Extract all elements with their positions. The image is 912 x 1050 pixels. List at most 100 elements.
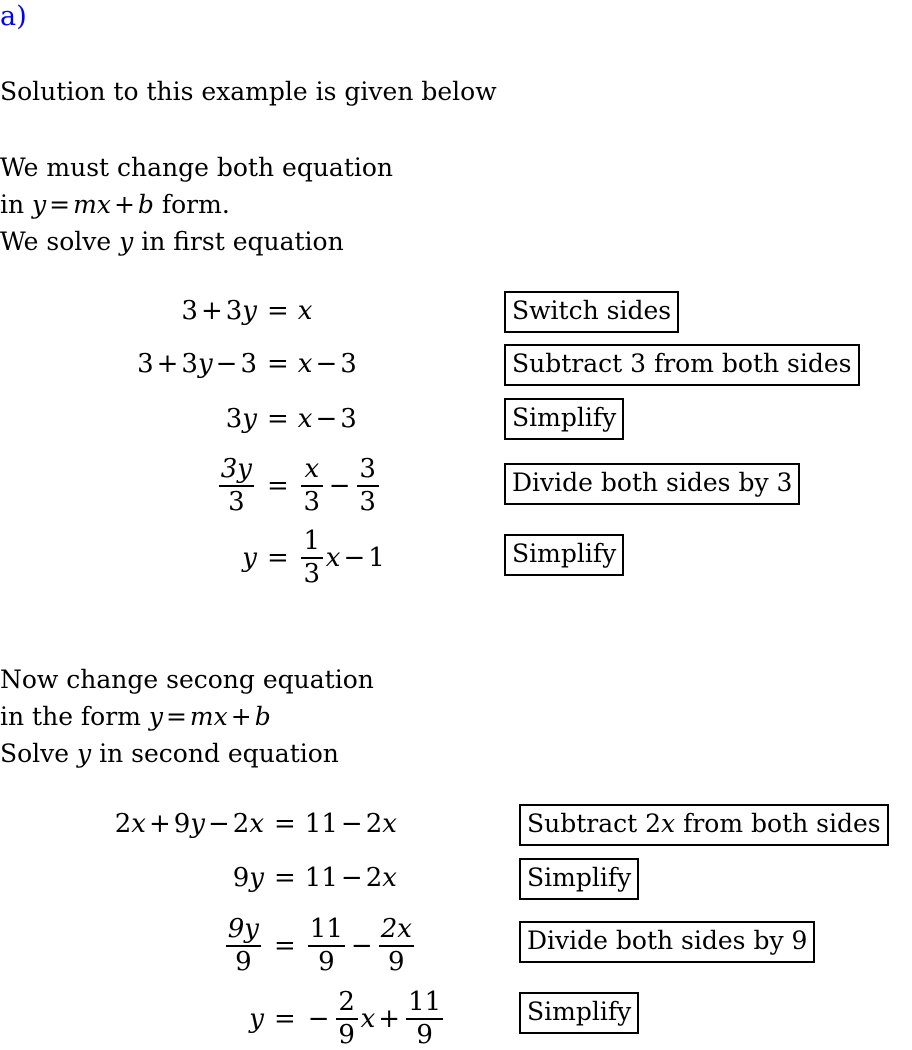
- prose-text: Solve: [0, 739, 78, 768]
- term: 9: [232, 863, 250, 893]
- math-var-x: x: [297, 349, 313, 379]
- math-op-equals: =: [267, 471, 289, 502]
- fraction-denominator: 9: [388, 947, 405, 978]
- math-op-plus: +: [200, 296, 223, 326]
- fraction-numerator: 2x: [380, 914, 412, 944]
- math-op-plus: +: [113, 190, 135, 219]
- math-op-minus: −: [207, 809, 230, 839]
- step-note-divide-by-9: Divide both sides by 9: [519, 921, 816, 963]
- equation-lhs: 3y 3: [216, 454, 258, 518]
- fraction-denominator: 3: [359, 487, 376, 518]
- prose-solution-intro: Solution to this example is given below: [0, 73, 497, 110]
- math-var-b: b: [137, 190, 154, 219]
- math-op-minus: −: [315, 404, 338, 434]
- equation-lhs: 3 +3 y: [181, 296, 258, 326]
- math-op-plus: +: [156, 349, 179, 379]
- equation-rhs: x −3: [298, 349, 357, 379]
- fraction: 2x 9: [378, 914, 414, 978]
- fraction-numerator: 1: [303, 526, 321, 556]
- fraction-numerator: 3y: [220, 454, 252, 484]
- fraction-denominator: 3: [303, 559, 321, 590]
- prose-line: We must change both equation: [0, 153, 394, 182]
- math-op-negative: −: [307, 1004, 330, 1035]
- step-note-simplify: Simplify: [519, 858, 640, 900]
- document-page: a) Solution to this example is given bel…: [0, 0, 912, 1050]
- math-op-equals: =: [49, 190, 71, 219]
- equation-lhs: 2 x +9 y −2 x: [115, 809, 265, 839]
- fraction: x3: [300, 455, 323, 518]
- fraction-numerator: 3: [359, 454, 376, 484]
- math-op-equals: =: [274, 809, 296, 839]
- math-var-x: x: [382, 863, 397, 893]
- section-label: a): [0, 1, 28, 32]
- equation-expression: 3y = x −3: [226, 404, 357, 434]
- term: 3: [225, 404, 243, 434]
- term: 3: [225, 296, 243, 326]
- math-op-minus: −: [315, 349, 338, 379]
- math-op-minus: −: [350, 931, 373, 962]
- step-note-subtract-3: Subtract 3 from both sides: [504, 344, 860, 386]
- math-op-minus: −: [340, 809, 363, 839]
- equation-rhs: −2 9 x +11 9: [305, 987, 446, 1050]
- prose-change-second: Now change secong equation in the form y…: [0, 661, 374, 772]
- math-op-equals: =: [165, 702, 187, 731]
- math-var-y: y: [32, 190, 47, 219]
- math-var-x: x: [661, 809, 676, 838]
- equation-rhs: x 3−3 3: [298, 454, 382, 518]
- prose-line: Solve y in second equation: [0, 735, 374, 772]
- math-var-x: x: [213, 702, 228, 731]
- fraction: 11 9: [307, 914, 345, 978]
- math-var-x: x: [382, 809, 397, 839]
- math-op-plus: +: [148, 809, 171, 839]
- prose-text: in second equation: [91, 739, 339, 768]
- fraction: 29: [335, 987, 358, 1050]
- math-var-y: y: [249, 1004, 264, 1035]
- math-var-y: y: [148, 702, 163, 731]
- equation-lhs: 9y: [233, 863, 265, 893]
- prose-text: in: [0, 190, 33, 219]
- term: 2: [114, 809, 132, 839]
- prose-line: in the form y = mx + b: [0, 698, 374, 735]
- term: 2: [365, 863, 383, 893]
- term: 3: [181, 296, 198, 326]
- fraction-numerator: 2: [338, 987, 355, 1017]
- equation-expression: 3 +3 y −3 = x −3: [137, 349, 357, 379]
- math-op-equals: =: [267, 404, 289, 434]
- equation-rhs: x: [298, 296, 313, 326]
- math-var-x: x: [297, 296, 313, 326]
- step-note-simplify: Simplify: [504, 534, 625, 576]
- prose-text: in first equation: [133, 227, 344, 256]
- math-var-y: y: [242, 404, 257, 434]
- fraction: 11 9: [406, 988, 444, 1049]
- fraction-denominator: 3: [303, 487, 321, 518]
- prose-line: Now change secong equation: [0, 665, 374, 694]
- math-var-x: x: [131, 809, 146, 839]
- math-var-m: m: [73, 190, 97, 219]
- fraction-denominator: 9: [318, 947, 335, 978]
- math-op-equals: =: [274, 863, 296, 893]
- term: 3: [340, 349, 357, 379]
- term: 3: [181, 349, 198, 379]
- term: 3: [340, 404, 357, 434]
- note-text: from both sides: [675, 809, 881, 838]
- equation-lhs: y: [242, 543, 258, 573]
- math-op-plus: +: [230, 702, 252, 731]
- prose-line: Solution to this example is given below: [0, 77, 497, 106]
- equation-expression: 3y 3 = x 3−3 3: [218, 454, 382, 518]
- fraction-denominator: 3: [228, 487, 245, 518]
- term: 1: [368, 543, 385, 574]
- equation-lhs: 3y: [226, 404, 258, 434]
- step-note-switch-sides: Switch sides: [504, 291, 680, 333]
- prose-text: in the form: [0, 702, 149, 731]
- equation-expression: y = 1 3 x −1: [242, 526, 385, 590]
- fraction-numerator: 11: [309, 914, 343, 944]
- prose-change-first: We must change both equation in y = mx + b f…: [0, 149, 393, 260]
- step-note-subtract-2x: Subtract 2x from both sides: [519, 804, 889, 846]
- equation-expression: 9y = 11−2 x: [233, 863, 397, 893]
- math-op-equals: =: [267, 543, 289, 574]
- math-op-equals: =: [274, 1004, 296, 1035]
- fraction-denominator: 9: [338, 1020, 355, 1050]
- equation-expression: 2 x +9 y −2 x = 11−2 x: [115, 809, 397, 839]
- fraction: 13: [300, 526, 323, 590]
- term: 2: [365, 809, 383, 839]
